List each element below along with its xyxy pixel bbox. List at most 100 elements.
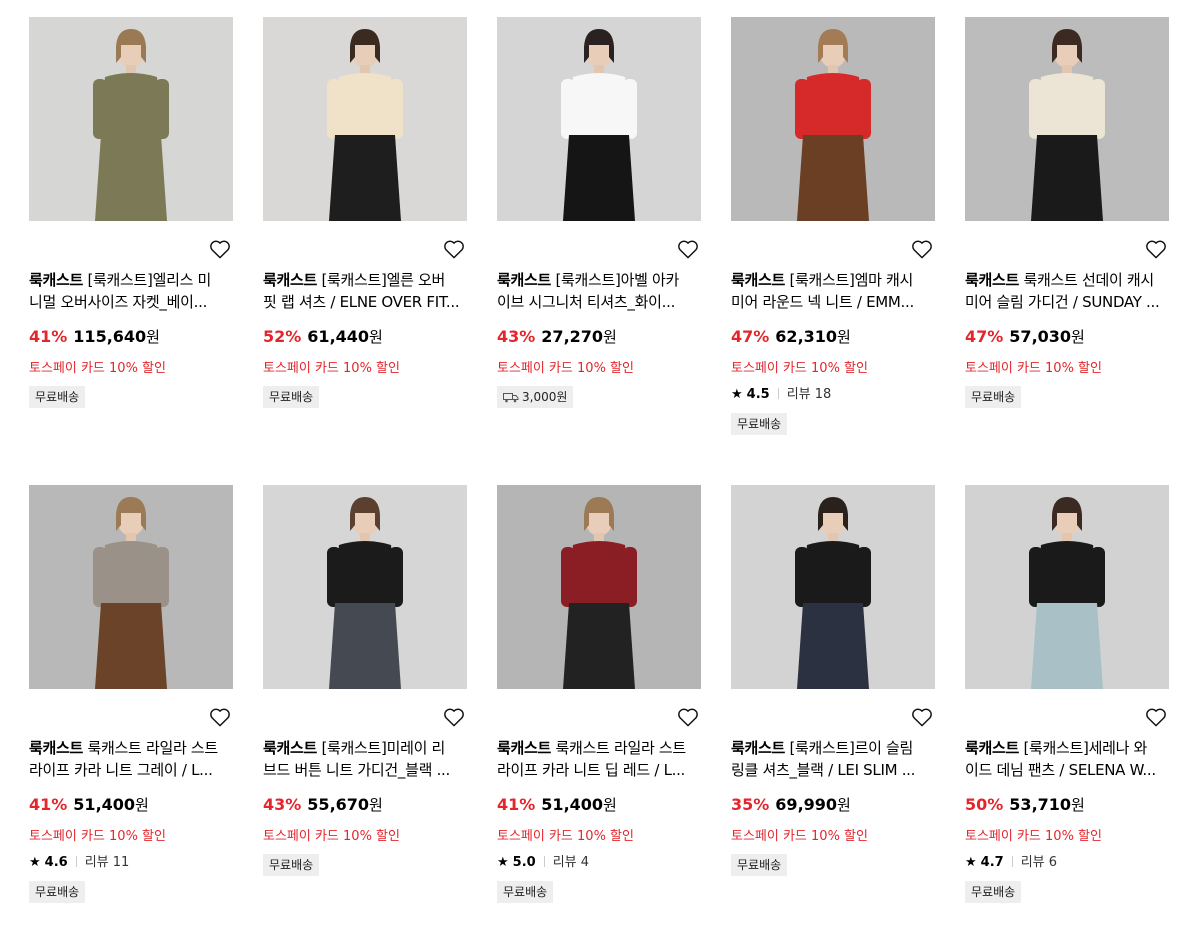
heart-icon[interactable] <box>911 239 933 259</box>
heart-icon[interactable] <box>209 707 231 727</box>
currency-unit: 원 <box>146 328 160 346</box>
rating-score: 4.5 <box>746 387 770 402</box>
product-card[interactable]: 룩캐스트 [룩캐스트]엘리스 미 니멀 오버사이즈 자켓_베이... 41% 11… <box>29 17 233 408</box>
product-card[interactable]: 룩캐스트 [룩캐스트]아벨 아카 이브 시그니처 티셔츠_화이... 43% 27… <box>497 17 701 408</box>
discount-rate: 41% <box>497 795 536 814</box>
title-line-1: [룩캐스트]세레나 와 <box>1023 739 1148 757</box>
card-discount-promo: 토스페이 카드 10% 할인 <box>731 361 868 376</box>
card-discount-promo: 토스페이 카드 10% 할인 <box>497 829 634 844</box>
product-card[interactable]: 룩캐스트 룩캐스트 라일라 스트 라이프 카라 니트 딥 레드 / L... 4… <box>497 485 701 903</box>
product-title[interactable]: 룩캐스트 [룩캐스트]엘른 오버 핏 랩 셔츠 / ELNE OVER FIT.… <box>263 269 467 313</box>
brand-name: 룩캐스트 <box>263 739 318 757</box>
divider <box>1011 856 1013 867</box>
divider <box>75 856 77 867</box>
divider <box>543 856 545 867</box>
product-card[interactable]: 룩캐스트 [룩캐스트]세레나 와 이드 데님 팬츠 / SELENA W... … <box>965 485 1169 903</box>
product-card[interactable]: 룩캐스트 [룩캐스트]엠마 캐시 미어 라운드 넥 니트 / EMM... 47… <box>731 17 935 435</box>
title-line-2: 이드 데님 팬츠 / SELENA W... <box>965 761 1156 779</box>
product-image[interactable] <box>497 485 701 689</box>
product-card[interactable]: 룩캐스트 룩캐스트 선데이 캐시 미어 슬림 가디건 / SUNDAY ... … <box>965 17 1169 408</box>
heart-icon[interactable] <box>1145 239 1167 259</box>
product-card[interactable]: 룩캐스트 [룩캐스트]엘른 오버 핏 랩 셔츠 / ELNE OVER FIT.… <box>263 17 467 408</box>
product-image[interactable] <box>263 17 467 221</box>
currency-unit: 원 <box>369 328 383 346</box>
shipping-badge: 무료배송 <box>731 413 788 435</box>
sale-price: 57,030 <box>1009 327 1072 346</box>
heart-icon[interactable] <box>443 707 465 727</box>
heart-icon[interactable] <box>443 239 465 259</box>
product-title[interactable]: 룩캐스트 [룩캐스트]르이 슬림 링클 셔츠_블랙 / LEI SLIM ... <box>731 737 935 781</box>
product-image[interactable] <box>965 17 1169 221</box>
card-discount-promo: 토스페이 카드 10% 할인 <box>263 361 400 376</box>
card-discount-promo: 토스페이 카드 10% 할인 <box>497 361 634 376</box>
product-title[interactable]: 룩캐스트 [룩캐스트]미레이 리 브드 버튼 니트 가디건_블랙 ... <box>263 737 467 781</box>
product-image[interactable] <box>29 17 233 221</box>
product-title[interactable]: 룩캐스트 [룩캐스트]세레나 와 이드 데님 팬츠 / SELENA W... <box>965 737 1169 781</box>
discount-rate: 47% <box>731 327 770 346</box>
shipping-badge: 무료배송 <box>29 881 86 903</box>
price-row: 47% 57,030원 <box>965 326 1085 347</box>
currency-unit: 원 <box>603 328 617 346</box>
product-title[interactable]: 룩캐스트 [룩캐스트]아벨 아카 이브 시그니처 티셔츠_화이... <box>497 269 701 313</box>
shipping-label: 무료배송 <box>269 858 314 872</box>
product-title[interactable]: 룩캐스트 룩캐스트 라일라 스트 라이프 카라 니트 그레이 / L... <box>29 737 233 781</box>
shipping-badge: 무료배송 <box>29 386 86 408</box>
star-icon: ★ <box>965 855 977 870</box>
rating-score: 5.0 <box>512 855 536 870</box>
card-discount-promo: 토스페이 카드 10% 할인 <box>263 829 400 844</box>
title-line-1: [룩캐스트]엠마 캐시 <box>789 271 914 289</box>
title-line-2: 이브 시그니처 티셔츠_화이... <box>497 293 676 311</box>
product-image[interactable] <box>731 485 935 689</box>
product-grid: 룩캐스트 [룩캐스트]엘리스 미 니멀 오버사이즈 자켓_베이... 41% 11… <box>0 0 1186 926</box>
currency-unit: 원 <box>603 796 617 814</box>
shipping-label: 무료배송 <box>503 885 548 899</box>
currency-unit: 원 <box>1071 796 1085 814</box>
product-card[interactable]: 룩캐스트 [룩캐스트]미레이 리 브드 버튼 니트 가디건_블랙 ... 43%… <box>263 485 467 876</box>
shipping-label: 무료배송 <box>737 858 782 872</box>
discount-rate: 47% <box>965 327 1004 346</box>
shipping-badge: 무료배송 <box>263 386 320 408</box>
product-image[interactable] <box>263 485 467 689</box>
shipping-badge: 3,000원 <box>497 386 574 410</box>
product-card[interactable]: 룩캐스트 룩캐스트 라일라 스트 라이프 카라 니트 그레이 / L... 41… <box>29 485 233 903</box>
review-count: 리뷰 11 <box>84 855 130 870</box>
product-image[interactable] <box>29 485 233 689</box>
heart-icon[interactable] <box>677 707 699 727</box>
price-row: 41% 115,640원 <box>29 326 160 347</box>
discount-rate: 41% <box>29 327 68 346</box>
product-card[interactable]: 룩캐스트 [룩캐스트]르이 슬림 링클 셔츠_블랙 / LEI SLIM ...… <box>731 485 935 876</box>
product-title[interactable]: 룩캐스트 [룩캐스트]엠마 캐시 미어 라운드 넥 니트 / EMM... <box>731 269 935 313</box>
title-line-1: [룩캐스트]엘른 오버 <box>321 271 446 289</box>
sale-price: 62,310 <box>775 327 838 346</box>
title-line-2: 라이프 카라 니트 딥 레드 / L... <box>497 761 686 779</box>
currency-unit: 원 <box>135 796 149 814</box>
title-line-2: 미어 슬림 가디건 / SUNDAY ... <box>965 293 1160 311</box>
discount-rate: 50% <box>965 795 1004 814</box>
review-count: 리뷰 18 <box>786 387 832 402</box>
truck-icon <box>503 388 519 410</box>
heart-icon[interactable] <box>677 239 699 259</box>
heart-icon[interactable] <box>911 707 933 727</box>
brand-name: 룩캐스트 <box>965 271 1020 289</box>
sale-price: 51,400 <box>541 795 604 814</box>
rating-row: ★ 5.0 리뷰 4 <box>497 851 589 870</box>
shipping-badge: 무료배송 <box>965 386 1022 408</box>
title-line-1: [룩캐스트]르이 슬림 <box>789 739 914 757</box>
discount-rate: 41% <box>29 795 68 814</box>
heart-icon[interactable] <box>1145 707 1167 727</box>
price-row: 35% 69,990원 <box>731 794 851 815</box>
product-title[interactable]: 룩캐스트 [룩캐스트]엘리스 미 니멀 오버사이즈 자켓_베이... <box>29 269 233 313</box>
discount-rate: 52% <box>263 327 302 346</box>
product-image[interactable] <box>731 17 935 221</box>
product-image[interactable] <box>497 17 701 221</box>
sale-price: 53,710 <box>1009 795 1072 814</box>
divider <box>777 388 779 399</box>
product-title[interactable]: 룩캐스트 룩캐스트 선데이 캐시 미어 슬림 가디건 / SUNDAY ... <box>965 269 1169 313</box>
product-image[interactable] <box>965 485 1169 689</box>
sale-price: 115,640 <box>73 327 147 346</box>
product-title[interactable]: 룩캐스트 룩캐스트 라일라 스트 라이프 카라 니트 딥 레드 / L... <box>497 737 701 781</box>
brand-name: 룩캐스트 <box>731 739 786 757</box>
shipping-badge: 무료배송 <box>731 854 788 876</box>
heart-icon[interactable] <box>209 239 231 259</box>
shipping-label: 무료배송 <box>35 390 80 404</box>
